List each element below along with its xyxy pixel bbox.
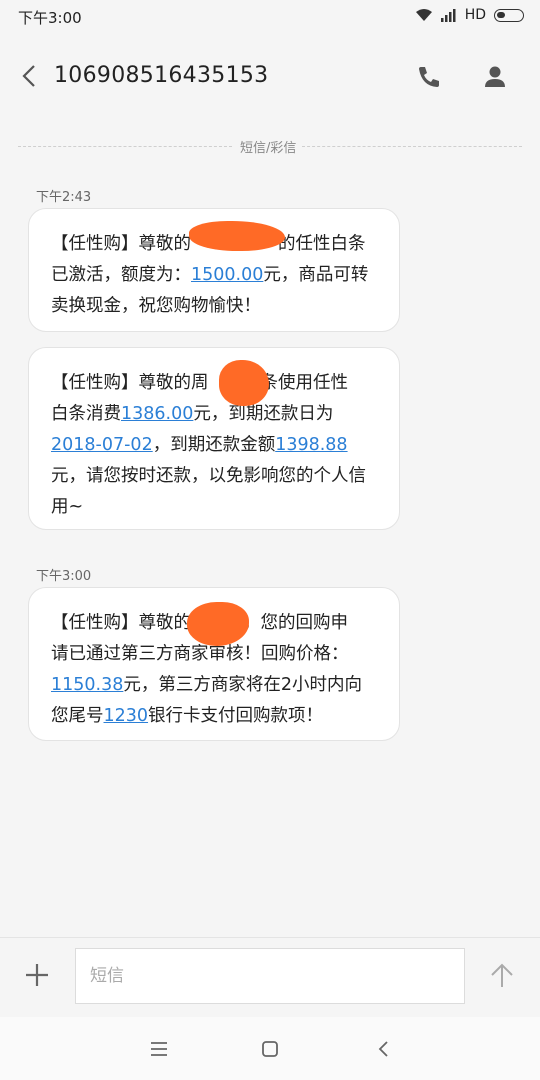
message-line: 卖换现金，祝您购物愉快！ — [51, 296, 261, 316]
contact-person-icon[interactable] — [478, 60, 512, 94]
plus-icon[interactable] — [20, 958, 54, 992]
message-bubble[interactable]: 【任性购】尊敬的 ，您的回购申 请已通过第三方商家审核！回购价格： 1150.38… — [28, 587, 400, 741]
message-line: 白条消费1386.00元，到期还款日为 — [51, 404, 334, 424]
menu-icon[interactable] — [145, 1035, 173, 1063]
redaction-mark — [219, 360, 269, 406]
message-line: 1150.38元，第三方商家将在2小时内向 — [51, 675, 363, 695]
message-timestamp: 下午2:43 — [36, 190, 92, 205]
status-bar: 下午3:00 HD — [0, 0, 540, 34]
amount-link[interactable]: 1150.38 — [51, 675, 123, 695]
amount-link[interactable]: 1398.88 — [275, 435, 347, 455]
status-icons: HD — [415, 7, 524, 23]
network-type-label: HD — [464, 7, 486, 23]
date-link[interactable]: 2018-07-02 — [51, 435, 153, 455]
message-type-label: 短信/彩信 — [240, 141, 297, 156]
amount-link[interactable]: 1386.00 — [121, 404, 193, 424]
message-bubble[interactable]: 【任性购】尊敬的周 条使用任性 白条消费1386.00元，到期还款日为 2018-… — [28, 347, 400, 530]
message-line: 【任性购】尊敬的周 条使用任性 — [51, 373, 348, 393]
message-line: 已激活，额度为：1500.00元，商品可转 — [51, 265, 369, 285]
message-line: 您尾号1230银行卡支付回购款项！ — [51, 706, 324, 726]
back-arrow-icon[interactable] — [12, 56, 48, 96]
redaction-mark — [189, 221, 285, 251]
message-line: 用~ — [51, 497, 84, 517]
phone-icon[interactable] — [412, 60, 446, 94]
contact-number: 106908516435153 — [54, 63, 269, 88]
compose-bar — [0, 937, 540, 1018]
back-icon[interactable] — [370, 1035, 398, 1063]
amount-link[interactable]: 1500.00 — [191, 265, 263, 285]
message-timestamp: 下午3:00 — [36, 569, 92, 584]
status-time: 下午3:00 — [18, 9, 82, 27]
message-line: 2018-07-02，到期还款金额1398.88 — [51, 435, 348, 455]
message-line: 元，请您按时还款，以免影响您的个人信 — [51, 466, 366, 486]
battery-icon — [494, 8, 524, 22]
system-navigation-bar — [0, 1017, 540, 1080]
conversation-header: 106908516435153 — [0, 34, 540, 116]
wifi-icon — [415, 9, 432, 21]
signal-icon — [440, 8, 456, 22]
home-icon[interactable] — [256, 1035, 284, 1063]
card-number-link[interactable]: 1230 — [104, 706, 149, 726]
message-type-divider: 短信/彩信 — [18, 136, 522, 156]
send-arrow-icon[interactable] — [484, 958, 520, 994]
message-bubble[interactable]: 【任性购】尊敬的 的任性白条 已激活，额度为：1500.00元，商品可转 卖换现金… — [28, 208, 400, 332]
sms-input[interactable] — [75, 948, 465, 1004]
